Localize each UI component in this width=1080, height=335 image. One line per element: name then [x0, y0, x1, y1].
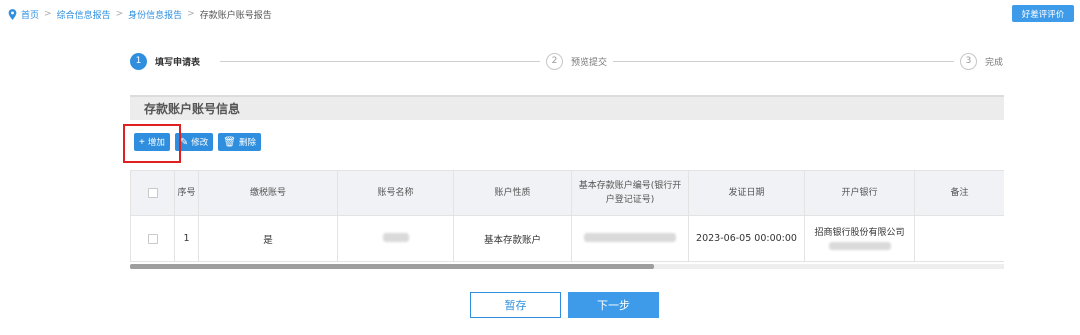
column-header: 发证日期	[688, 170, 805, 216]
column-header: 缴税账号	[198, 170, 338, 216]
step-1: 1 填写申请表	[130, 50, 207, 72]
footer-actions: 暂存 下一步	[470, 292, 659, 318]
step-number: 1	[130, 52, 147, 70]
pencil-icon: ✎	[179, 136, 189, 148]
breadcrumb-separator: >	[44, 9, 52, 19]
delete-button-label: 删除	[238, 137, 256, 147]
select-all-checkbox[interactable]	[147, 187, 158, 198]
account-type-cell: 基本存款账户	[453, 215, 572, 262]
redacted-bank-branch	[828, 241, 891, 250]
delete-button[interactable]: 🗑 删除	[218, 133, 261, 151]
breadcrumb-report-link[interactable]: 综合信息报告	[57, 8, 111, 21]
location-pin-icon	[8, 8, 17, 20]
horizontal-scrollbar[interactable]	[130, 264, 1004, 269]
breadcrumb-separator: >	[187, 9, 195, 19]
step-label: 完成	[985, 57, 1004, 68]
highlight-box	[123, 124, 181, 163]
rate-button[interactable]: 好差评评价	[1012, 5, 1074, 22]
step-connector	[630, 61, 954, 62]
progress-steps: 1 填写申请表 2 预览提交 3 完成	[128, 50, 1004, 72]
edit-button-label: 修改	[191, 137, 209, 147]
step-3: 3 完成	[954, 50, 1004, 72]
section-title: 存款账户账号信息	[130, 95, 1004, 120]
column-header: 备注	[914, 170, 1004, 216]
breadcrumb-home-link[interactable]: 首页	[21, 8, 39, 21]
row-checkbox[interactable]	[147, 233, 158, 244]
remark-cell	[914, 215, 1004, 262]
column-header: 账户性质	[453, 170, 572, 216]
issue-date-cell: 2023-06-05 00:00:00	[688, 215, 805, 262]
row-index: 1	[174, 215, 199, 262]
bank-name: 招商银行股份有限公司	[814, 227, 905, 238]
column-header: 账号名称	[337, 170, 454, 216]
step-number: 2	[546, 52, 563, 70]
breadcrumb-current: 存款账户账号报告	[199, 10, 272, 21]
step-number: 3	[960, 52, 977, 70]
step-2: 2 预览提交	[540, 50, 614, 72]
column-header: 序号	[174, 170, 199, 216]
column-header: 基本存款账户编号(银行开户登记证号)	[571, 170, 689, 216]
row-select-cell	[130, 215, 175, 262]
tax-account-cell: 是	[198, 215, 338, 262]
table-header-row: 序号 缴税账号 账号名称 账户性质 基本存款账户编号(银行开户登记证号) 发证日…	[130, 170, 1004, 216]
bank-cell: 招商银行股份有限公司	[804, 215, 915, 262]
breadcrumb-separator: >	[115, 9, 124, 19]
account-table-container: 序号 缴税账号 账号名称 账户性质 基本存款账户编号(银行开户登记证号) 发证日…	[130, 170, 1004, 270]
step-label: 预览提交	[571, 57, 608, 68]
account-table: 序号 缴税账号 账号名称 账户性质 基本存款账户编号(银行开户登记证号) 发证日…	[130, 170, 1004, 262]
table-row[interactable]: 1 是 基本存款账户 2023-06-05 00:00:00 招商银行股份有限公…	[130, 215, 1004, 262]
save-draft-button[interactable]: 暂存	[470, 292, 561, 318]
breadcrumb: 首页 > 综合信息报告 > 身份信息报告 > 存款账户账号报告	[8, 6, 272, 22]
redacted-account-number	[584, 232, 676, 242]
redacted-account-name	[382, 232, 409, 242]
breadcrumb-identity-link[interactable]: 身份信息报告	[128, 8, 182, 21]
trash-icon: 🗑	[223, 136, 236, 148]
account-name-cell	[337, 215, 454, 262]
scrollbar-thumb[interactable]	[130, 264, 654, 269]
next-step-button[interactable]: 下一步	[568, 292, 659, 318]
column-header: 开户银行	[804, 170, 915, 216]
select-all-cell	[130, 170, 175, 216]
step-label: 填写申请表	[155, 57, 201, 68]
basic-account-no-cell	[571, 215, 689, 262]
